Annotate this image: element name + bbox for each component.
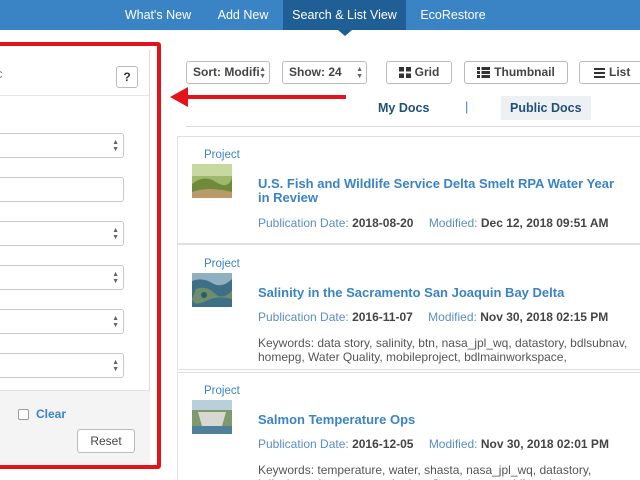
tab-my-docs[interactable]: My Docs <box>378 96 429 120</box>
show-select[interactable]: Show: 24 ▲ ▼ <box>282 61 367 84</box>
modified-value: Nov 30, 2018 02:01 PM <box>480 437 609 451</box>
select-updown-icon: ▲ ▼ <box>112 271 119 285</box>
list-view-label: List <box>609 65 631 79</box>
list-item[interactable]: Project U.S. Fish and Wildlife Service D… <box>177 136 640 244</box>
results-list: Project U.S. Fish and Wildlife Service D… <box>177 136 640 480</box>
top-nav: What's New Add New Search & List View Ec… <box>0 0 640 30</box>
result-type: Project <box>204 258 240 270</box>
thumbnail-list-icon <box>477 67 491 79</box>
result-thumbnail[interactable] <box>192 400 232 434</box>
select-updown-icon: ▲ ▼ <box>112 139 119 153</box>
list-item[interactable]: Project Salmon Temperature Ops Publicati… <box>177 372 640 480</box>
reset-button[interactable]: Reset <box>77 429 135 453</box>
publication-date-label: Publication Date: <box>258 310 349 324</box>
publication-date-label: Publication Date: <box>258 216 349 230</box>
list-icon <box>594 67 605 78</box>
nav-ecorestore[interactable]: EcoRestore <box>408 0 498 30</box>
tab-separator: | <box>465 99 469 114</box>
annotation-arrow-shaft <box>186 95 346 99</box>
result-title-link[interactable]: Salinity in the Sacramento San Joaquin B… <box>258 286 628 300</box>
arrow-left-annotation-icon <box>170 87 188 107</box>
select-updown-icon: ▲ ▼ <box>259 66 266 80</box>
result-keywords: Keywords: data story, salinity, btn, nas… <box>258 336 628 364</box>
result-meta: Publication Date: 2016-11-07 Modified: N… <box>258 310 608 324</box>
tab-public-docs[interactable]: Public Docs <box>501 96 591 120</box>
list-item[interactable]: Project Salinity in the Sacramento San J… <box>177 244 640 370</box>
grid-view-label: Grid <box>414 65 440 79</box>
modified-value: Nov 30, 2018 02:15 PM <box>480 310 609 324</box>
select-updown-icon: ▲ ▼ <box>112 227 119 241</box>
nav-search-list-view[interactable]: Search & List View <box>283 0 406 30</box>
filter-select-2[interactable]: ▲ ▼ <box>0 221 124 246</box>
grid-view-button[interactable]: Grid <box>386 61 452 84</box>
filter-select-4[interactable]: ▲ ▼ <box>0 309 124 334</box>
thumbnail-view-label: Thumbnail <box>494 65 555 79</box>
modified-label: Modified: <box>428 437 478 451</box>
thumbnail-view-button[interactable]: Thumbnail <box>464 61 568 84</box>
result-meta: Publication Date: 2018-08-20 Modified: D… <box>258 216 609 230</box>
select-updown-icon: ▲ ▼ <box>112 315 119 329</box>
filter-panel-footer: Clear Reset <box>0 390 150 465</box>
result-thumbnail[interactable] <box>192 273 232 307</box>
result-type: Project <box>204 385 240 397</box>
grid-icon <box>398 67 411 79</box>
publication-date-value: 2016-11-07 <box>352 310 413 324</box>
active-nav-caret <box>338 30 352 36</box>
results-divider <box>186 126 640 127</box>
filter-select-3[interactable]: ▲ ▼ <box>0 265 124 290</box>
filter-panel-title: c <box>0 66 3 81</box>
select-updown-icon: ▲ ▼ <box>112 359 119 373</box>
publication-date-value: 2018-08-20 <box>352 216 414 230</box>
result-title-link[interactable]: Salmon Temperature Ops <box>258 413 628 427</box>
sort-select-value: Sort: Modifi <box>193 65 260 79</box>
show-select-value: Show: 24 <box>289 65 342 79</box>
publication-date-label: Publication Date: <box>258 437 349 451</box>
nav-whats-new[interactable]: What's New <box>112 0 204 30</box>
filter-panel-header: c ? <box>0 50 150 96</box>
filter-panel: c ? ▲▼ ▲▼ ▲▼ ▲▼ ▲▼ Clear Reset <box>0 50 150 465</box>
clear-link[interactable]: Clear <box>36 407 66 421</box>
modified-value: Dec 12, 2018 09:51 AM <box>480 216 609 230</box>
filter-select-5[interactable]: ▲ ▼ <box>0 353 124 378</box>
nav-add-new[interactable]: Add New <box>206 0 280 30</box>
result-keywords: Keywords: temperature, water, shasta, na… <box>258 463 592 480</box>
list-view-button[interactable]: List <box>579 61 640 84</box>
select-updown-icon: ▲ ▼ <box>356 66 363 80</box>
publication-date-value: 2016-12-05 <box>352 437 414 451</box>
filter-text-input[interactable] <box>0 177 124 202</box>
result-type: Project <box>204 149 240 161</box>
sort-select[interactable]: Sort: Modifi ▲ ▼ <box>186 61 270 84</box>
result-meta: Publication Date: 2016-12-05 Modified: N… <box>258 437 609 451</box>
result-title-link[interactable]: U.S. Fish and Wildlife Service Delta Sme… <box>258 177 628 205</box>
clear-checkbox[interactable] <box>18 409 29 420</box>
modified-label: Modified: <box>428 216 478 230</box>
result-thumbnail[interactable] <box>192 164 232 198</box>
filter-select-1[interactable]: ▲ ▼ <box>0 133 124 158</box>
modified-label: Modified: <box>428 310 477 324</box>
help-button[interactable]: ? <box>116 66 138 88</box>
help-icon: ? <box>123 70 131 84</box>
